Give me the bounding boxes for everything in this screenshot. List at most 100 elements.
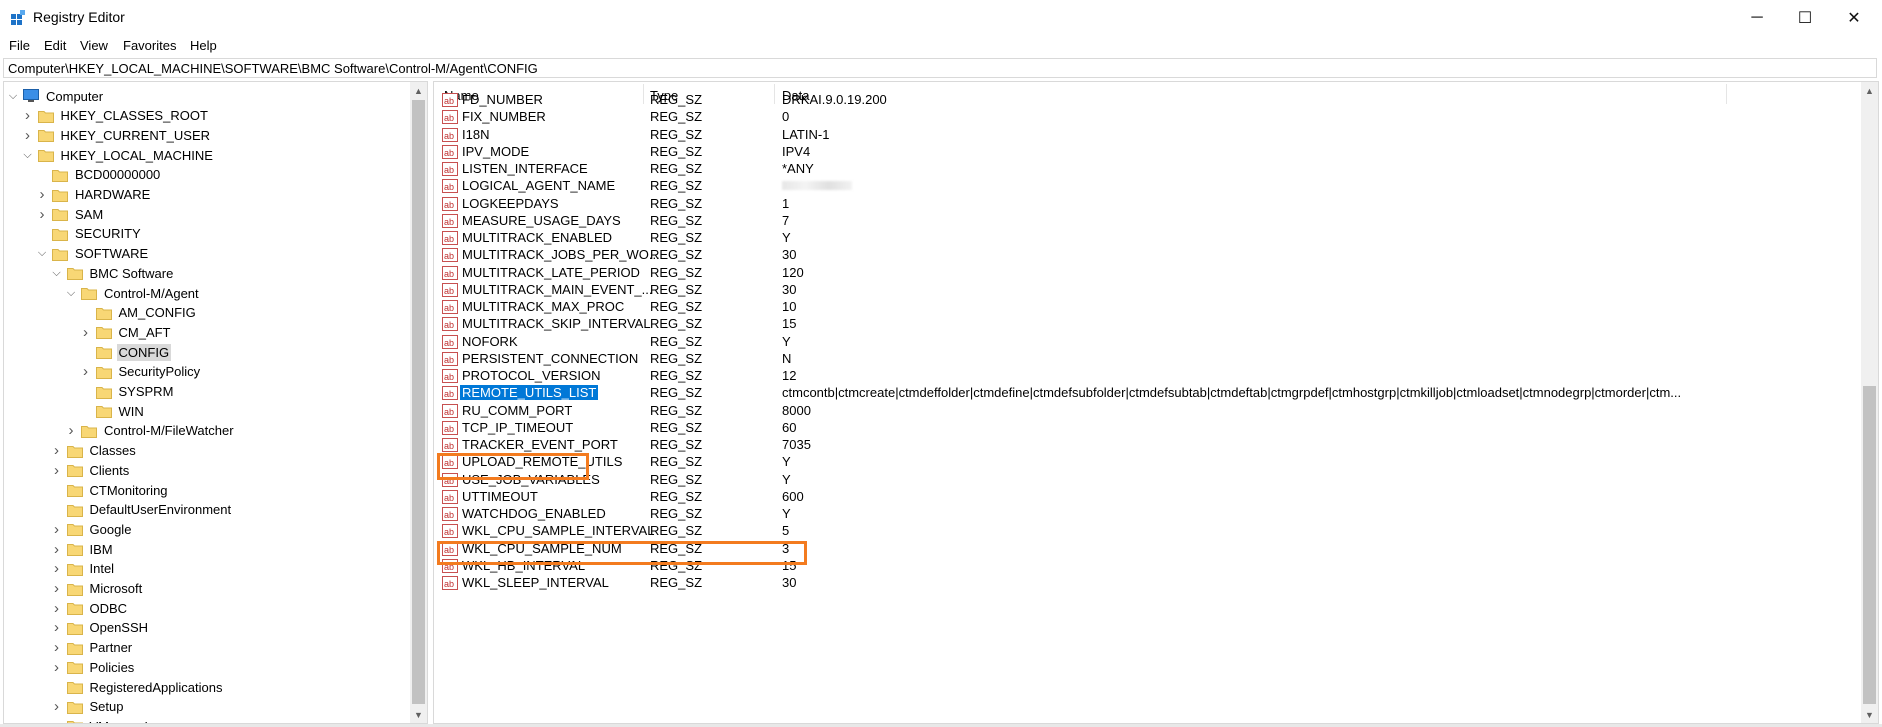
tree-item[interactable]: DefaultUserEnvironment	[51, 500, 234, 520]
chevron-right-icon[interactable]: ›	[51, 521, 63, 538]
tree-item-label: BMC Software	[89, 265, 174, 281]
tree-connector	[36, 226, 48, 242]
value-type: REG_SZ	[650, 316, 703, 332]
tree-item[interactable]: › HARDWARE	[36, 185, 152, 205]
chevron-down-icon[interactable]: ⌵	[65, 285, 77, 301]
tree-connector	[51, 482, 63, 498]
chevron-right-icon[interactable]: ›	[80, 363, 92, 380]
tree-item[interactable]: › Setup	[51, 697, 126, 717]
tree-item-label: ODBC	[89, 600, 128, 616]
tree-item[interactable]: › Classes	[51, 441, 138, 461]
chevron-right-icon[interactable]: ›	[51, 659, 63, 676]
value-data: Y	[782, 454, 791, 470]
close-button[interactable]: ✕	[1826, 0, 1882, 36]
folder-icon	[66, 622, 83, 635]
tree-item[interactable]: › Control-M/FileWatcher	[65, 421, 236, 441]
svg-text:ab: ab	[444, 355, 454, 365]
menu-view[interactable]: View	[80, 38, 108, 53]
tree-item[interactable]: › Policies	[51, 657, 137, 677]
menu-edit[interactable]: Edit	[44, 38, 66, 53]
tree-item[interactable]: › Partner	[51, 638, 135, 658]
string-value-icon: ab	[442, 231, 458, 245]
menu-help[interactable]: Help	[190, 38, 217, 53]
tree-item[interactable]: RegisteredApplications	[51, 677, 225, 697]
values-scrollbar[interactable]: ▲ ▼	[1861, 82, 1878, 723]
tree-item[interactable]: BCD00000000	[36, 165, 162, 185]
value-type: REG_SZ	[650, 575, 703, 590]
string-value-icon: ab	[442, 282, 458, 297]
tree-item[interactable]: › Clients	[51, 460, 132, 480]
chevron-down-icon[interactable]: ⌵	[51, 265, 63, 281]
value-data: 8000	[782, 402, 811, 418]
value-data: ctmcontb|ctmcreate|ctmdeffolder|ctmdefin…	[782, 385, 1682, 401]
tree-item[interactable]: CTMonitoring	[51, 480, 170, 500]
tree-item[interactable]: › CM_AFT	[80, 322, 173, 342]
tree-item[interactable]: › HKEY_CLASSES_ROOT	[22, 106, 210, 126]
chevron-right-icon[interactable]: ›	[51, 560, 63, 577]
tree-item[interactable]: › ODBC	[51, 598, 130, 618]
value-data: 1	[782, 195, 790, 211]
chevron-down-icon[interactable]: ⌵	[22, 147, 34, 163]
chevron-right-icon[interactable]: ›	[51, 698, 63, 715]
tree-item[interactable]: › SAM	[36, 204, 105, 224]
tree-item[interactable]: ⌵ HKEY_LOCAL_MACHINE	[22, 145, 215, 165]
chevron-right-icon[interactable]: ›	[36, 206, 48, 223]
scroll-up-icon[interactable]: ▲	[410, 82, 427, 99]
chevron-right-icon[interactable]: ›	[51, 619, 63, 636]
chevron-right-icon[interactable]: ›	[51, 580, 63, 597]
string-value-icon: ab	[442, 248, 458, 263]
chevron-down-icon[interactable]: ⌵	[36, 246, 48, 262]
chevron-right-icon[interactable]: ›	[36, 186, 48, 203]
chevron-right-icon[interactable]: ›	[22, 107, 34, 124]
tree-scroll-thumb[interactable]	[412, 100, 425, 704]
chevron-right-icon[interactable]: ›	[51, 442, 63, 459]
value-type: REG_SZ	[650, 454, 703, 470]
folder-icon	[95, 366, 112, 379]
chevron-right-icon[interactable]: ›	[65, 422, 77, 439]
svg-text:ab: ab	[444, 96, 454, 106]
tree-item-label: Control-M/FileWatcher	[104, 423, 234, 439]
tree-item[interactable]: ›VMware, Inc.	[51, 716, 168, 723]
tree-item[interactable]: › Google	[51, 519, 134, 539]
chevron-right-icon[interactable]: ›	[51, 462, 63, 479]
value-name: WKL_CPU_SAMPLE_INTERVAL	[462, 523, 655, 539]
address-bar[interactable]: Computer\HKEY_LOCAL_MACHINE\SOFTWARE\BMC…	[3, 58, 1877, 78]
maximize-button[interactable]: ☐	[1777, 0, 1833, 36]
chevron-right-icon[interactable]: ›	[51, 541, 63, 558]
chevron-right-icon[interactable]: ›	[80, 324, 92, 341]
tree-item-label: SECURITY	[75, 226, 141, 242]
value-data: Y	[782, 230, 791, 245]
menu-favorites[interactable]: Favorites	[123, 38, 176, 53]
chevron-right-icon[interactable]: ›	[51, 600, 63, 617]
chevron-right-icon[interactable]: ›	[22, 127, 34, 144]
tree-item[interactable]: SECURITY	[36, 224, 143, 244]
scroll-down-icon[interactable]: ▼	[1861, 706, 1878, 723]
tree-item[interactable]: › SecurityPolicy	[80, 362, 203, 382]
value-type: REG_SZ	[650, 281, 703, 297]
tree-connector	[80, 403, 92, 419]
tree-item[interactable]: ⌵ Control-M/Agent	[65, 283, 201, 303]
tree-item[interactable]: ⌵ BMC Software	[51, 263, 176, 283]
tree-item[interactable]: › Intel	[51, 559, 117, 579]
folder-icon	[81, 288, 97, 300]
chevron-down-icon[interactable]: ⌵	[7, 88, 19, 104]
tree-item[interactable]: ⌵ SOFTWARE	[36, 244, 150, 264]
scroll-up-icon[interactable]: ▲	[1861, 82, 1878, 99]
tree-item[interactable]: AM_CONFIG	[80, 303, 198, 323]
tree-scrollbar[interactable]: ▲ ▼	[410, 82, 427, 723]
value-name: TCP_IP_TIMEOUT	[462, 419, 574, 435]
tree-item[interactable]: › IBM	[51, 539, 115, 559]
menu-file[interactable]: File	[9, 38, 30, 53]
tree-item[interactable]: CONFIG	[80, 342, 172, 362]
string-value-icon: ab	[442, 179, 458, 194]
tree-item[interactable]: WIN	[80, 401, 146, 421]
tree-item[interactable]: SYSPRM	[80, 382, 176, 402]
values-scroll-thumb[interactable]	[1863, 386, 1876, 704]
tree-item[interactable]: ⌵ Computer	[7, 86, 105, 106]
tree-item[interactable]: › Microsoft	[51, 579, 145, 599]
tree-item[interactable]: › OpenSSH	[51, 618, 151, 638]
scroll-down-icon[interactable]: ▼	[410, 706, 427, 723]
chevron-right-icon[interactable]: ›	[51, 639, 63, 656]
value-row[interactable]: ab WKL_SLEEP_INTERVAL REG_SZ 30	[434, 573, 1854, 593]
tree-item[interactable]: › HKEY_CURRENT_USER	[22, 125, 213, 145]
